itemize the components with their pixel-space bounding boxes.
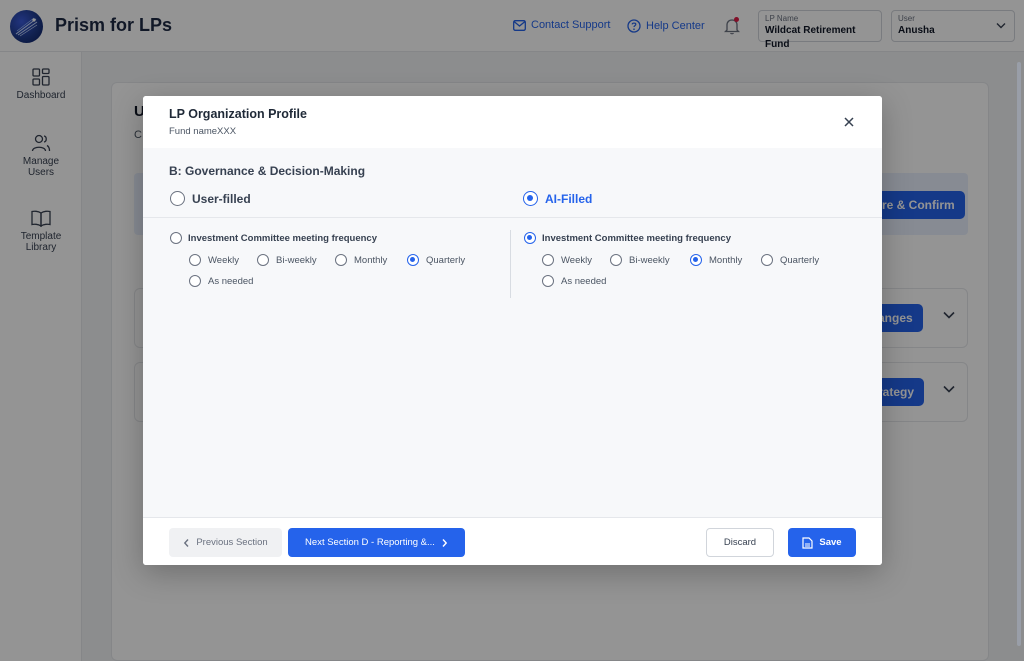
chevron-left-icon [184, 538, 189, 547]
right-option-monthly[interactable]: Monthly [690, 254, 742, 266]
right-option-quarterly[interactable]: Quarterly [761, 254, 819, 266]
column-divider [510, 230, 511, 298]
option-label: Quarterly [780, 254, 820, 266]
source-divider [143, 217, 882, 218]
radio[interactable] [189, 275, 201, 287]
ai-filled-label: AI-Filled [545, 191, 593, 206]
modal-body: B: Governance & Decision-Making User-fil… [143, 148, 882, 517]
radio-selected[interactable] [690, 254, 702, 266]
previous-section-label: Previous Section [196, 537, 268, 548]
ai-filled-radio[interactable] [523, 191, 538, 206]
modal-subtitle: Fund nameXXX [169, 126, 237, 137]
option-label: Quarterly [426, 254, 466, 266]
save-button[interactable]: Save [788, 528, 856, 557]
radio[interactable] [761, 254, 773, 266]
right-question-radio[interactable] [524, 232, 536, 244]
option-label: Bi-weekly [276, 254, 317, 266]
option-label: Monthly [709, 254, 743, 266]
radio[interactable] [257, 254, 269, 266]
right-option-bi-weekly[interactable]: Bi-weekly [610, 254, 670, 266]
option-label: As needed [561, 275, 607, 287]
page-scrollbar[interactable] [1017, 62, 1021, 646]
left-option-monthly[interactable]: Monthly [335, 254, 387, 266]
option-label: Bi-weekly [629, 254, 670, 266]
lp-organization-profile-modal: LP Organization Profile Fund nameXXX B: … [143, 96, 882, 565]
left-option-as-needed[interactable]: As needed [189, 275, 253, 287]
next-section-label: Next Section D - Reporting &... [305, 537, 435, 548]
user-filled-radio[interactable] [170, 191, 185, 206]
section-title: B: Governance & Decision-Making [169, 164, 366, 178]
right-question[interactable]: Investment Committee meeting frequency [524, 232, 731, 244]
modal-header: LP Organization Profile Fund nameXXX [143, 96, 882, 148]
user-filled-option[interactable]: User-filled [170, 191, 251, 206]
option-label: Monthly [354, 254, 388, 266]
discard-button[interactable]: Discard [706, 528, 774, 557]
right-option-weekly[interactable]: Weekly [542, 254, 592, 266]
close-icon[interactable] [842, 115, 856, 129]
ai-filled-option[interactable]: AI-Filled [523, 191, 592, 206]
document-icon [802, 536, 814, 549]
modal-footer: Previous Section Next Section D - Report… [143, 517, 882, 565]
radio[interactable] [542, 275, 554, 287]
left-question[interactable]: Investment Committee meeting frequency [170, 232, 377, 244]
option-label: As needed [208, 275, 254, 287]
previous-section-button[interactable]: Previous Section [169, 528, 282, 557]
radio-selected[interactable] [407, 254, 419, 266]
radio[interactable] [335, 254, 347, 266]
left-question-label: Investment Committee meeting frequency [188, 232, 377, 244]
right-option-as-needed[interactable]: As needed [542, 275, 606, 287]
radio[interactable] [610, 254, 622, 266]
modal-title: LP Organization Profile [169, 107, 307, 121]
right-question-label: Investment Committee meeting frequency [542, 232, 731, 244]
discard-label: Discard [723, 537, 757, 548]
radio[interactable] [189, 254, 201, 266]
option-label: Weekly [561, 254, 592, 266]
left-question-radio[interactable] [170, 232, 182, 244]
left-option-weekly[interactable]: Weekly [189, 254, 239, 266]
left-option-quarterly[interactable]: Quarterly [407, 254, 465, 266]
chevron-right-icon [442, 538, 448, 547]
option-label: Weekly [208, 254, 239, 266]
next-section-button[interactable]: Next Section D - Reporting &... [288, 528, 465, 557]
user-filled-label: User-filled [192, 191, 251, 206]
radio[interactable] [542, 254, 554, 266]
save-label: Save [819, 537, 842, 548]
left-option-bi-weekly[interactable]: Bi-weekly [257, 254, 317, 266]
